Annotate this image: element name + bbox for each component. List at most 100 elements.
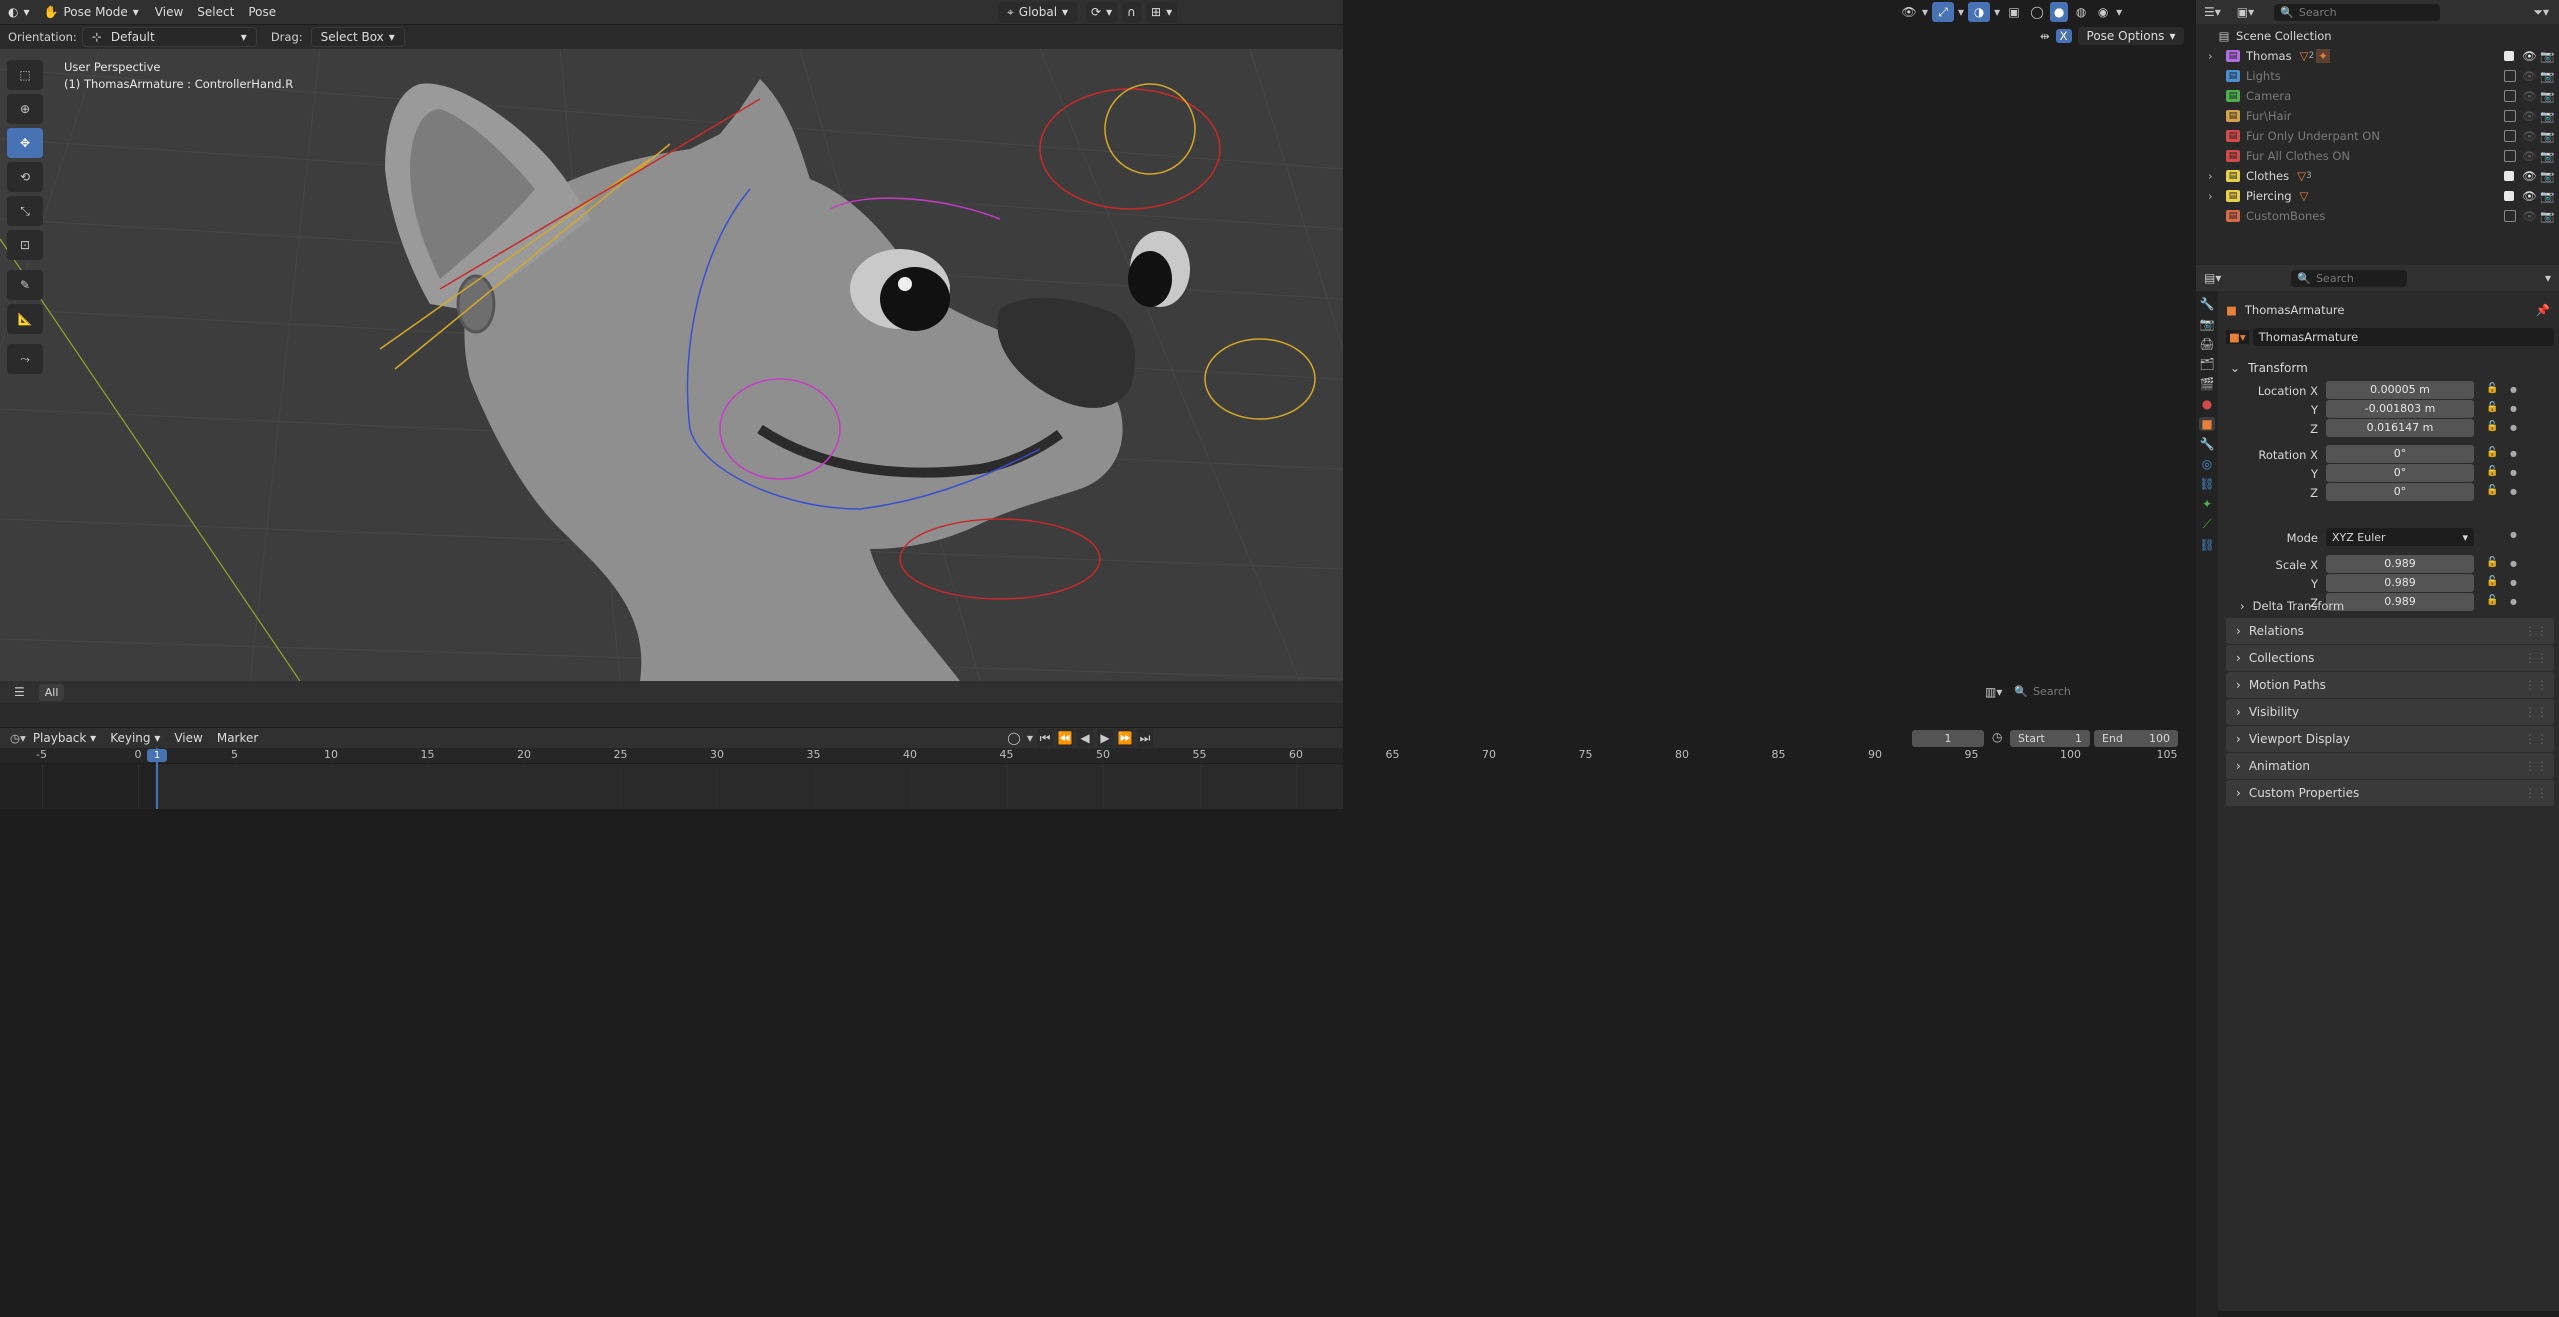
annotate-tool-icon[interactable]: ✎ bbox=[7, 270, 43, 300]
display-mode-icon[interactable]: ▥▾ bbox=[1985, 685, 2002, 699]
keyframe-dot-icon[interactable]: ● bbox=[2510, 578, 2517, 587]
filter-icon[interactable]: ⏷▾ bbox=[2533, 5, 2549, 20]
xray-icon[interactable]: ▣ bbox=[2004, 2, 2024, 22]
menu-keying[interactable]: Keying ▾ bbox=[103, 728, 167, 749]
keyframe-dot-icon[interactable]: ● bbox=[2510, 597, 2517, 606]
exclude-checkbox[interactable] bbox=[2504, 90, 2516, 102]
eye-icon[interactable]: 👁 bbox=[2522, 49, 2537, 63]
camera-icon[interactable]: 📷 bbox=[2540, 149, 2554, 163]
shading-wireframe-icon[interactable]: ◯ bbox=[2028, 2, 2046, 22]
transform-tool-icon[interactable]: ⊡ bbox=[7, 230, 43, 260]
outliner-row[interactable]: › ▤ Clothes ▽ 3 👁 📷 bbox=[2196, 166, 2559, 186]
camera-icon[interactable]: 📷 bbox=[2540, 69, 2554, 83]
lock-icon[interactable]: 🔓 bbox=[2486, 447, 2498, 458]
scale-field[interactable]: 0.989 bbox=[2326, 574, 2474, 592]
scale-field[interactable]: 0.989 bbox=[2326, 555, 2474, 573]
property-panel-header[interactable]: › Relations ⋮⋮ bbox=[2226, 618, 2554, 644]
use-preview-range-icon[interactable]: ◷ bbox=[1992, 730, 2002, 744]
move-tool-icon[interactable]: ✥ bbox=[7, 128, 43, 158]
keyframe-dot-icon[interactable]: ● bbox=[2510, 468, 2517, 477]
outliner-row[interactable]: ▤ Camera 👁 📷 bbox=[2196, 86, 2559, 106]
cursor-tool-icon[interactable]: ⊕ bbox=[7, 94, 43, 124]
scene-tab-icon[interactable]: 🎬 bbox=[2200, 377, 2215, 391]
start-frame-field[interactable]: Start 1 bbox=[2010, 730, 2090, 747]
location-field[interactable]: 0.00005 m bbox=[2326, 381, 2474, 399]
bone-constraint-tab-icon[interactable]: ⛓ bbox=[2199, 538, 2214, 552]
eye-icon[interactable]: 👁 bbox=[2522, 129, 2537, 143]
output-tab-icon[interactable]: 🖨 bbox=[2199, 337, 2214, 351]
exclude-checkbox[interactable] bbox=[2504, 130, 2516, 142]
eye-icon[interactable]: 👁 bbox=[2522, 109, 2537, 123]
timeline-track-area[interactable] bbox=[0, 764, 1343, 809]
keyframe-dot-icon[interactable]: ● bbox=[2510, 423, 2517, 432]
pivot-selector[interactable]: ⟳ ▾ bbox=[1086, 1, 1118, 23]
property-panel-header[interactable]: › Custom Properties ⋮⋮ bbox=[2226, 780, 2554, 806]
record-icon[interactable]: ◯ bbox=[1005, 729, 1023, 747]
bone-tab-icon[interactable]: ⟋ bbox=[2203, 517, 2211, 532]
property-panel-header[interactable]: › Visibility ⋮⋮ bbox=[2226, 699, 2554, 725]
exclude-checkbox[interactable] bbox=[2504, 210, 2516, 222]
outliner-row[interactable]: ▤ Lights 👁 📷 bbox=[2196, 66, 2559, 86]
armature-data-tab-icon[interactable]: ✦ bbox=[2202, 497, 2212, 511]
exclude-checkbox[interactable] bbox=[2504, 171, 2514, 181]
menu-select[interactable]: Select bbox=[190, 2, 241, 23]
delta-transform-header[interactable]: › Delta Transform bbox=[2240, 599, 2344, 613]
camera-icon[interactable]: 📷 bbox=[2540, 209, 2554, 223]
property-panel-header[interactable]: › Collections ⋮⋮ bbox=[2226, 645, 2554, 671]
camera-icon[interactable]: 📷 bbox=[2540, 109, 2554, 123]
view-layer-tab-icon[interactable]: 🗂 bbox=[2199, 357, 2214, 371]
menu-timeline-view[interactable]: View bbox=[167, 728, 209, 749]
drag-handle-icon[interactable]: ⋮⋮ bbox=[2524, 705, 2548, 719]
location-field[interactable]: -0.001803 m bbox=[2326, 400, 2474, 418]
outliner-editor-icon[interactable]: ☰▾ bbox=[2204, 5, 2221, 19]
modifier-tab-icon[interactable]: 🔧 bbox=[2200, 437, 2215, 451]
overlay-toggle-icon[interactable]: ◑ bbox=[1968, 2, 1991, 22]
property-panel-header[interactable]: › Motion Paths ⋮⋮ bbox=[2226, 672, 2554, 698]
pose-options-button[interactable]: Pose Options ▾ bbox=[2077, 27, 2185, 45]
exclude-checkbox[interactable] bbox=[2504, 191, 2514, 201]
object-icon[interactable]: ■▾ bbox=[2226, 330, 2249, 344]
drag-handle-icon[interactable]: ⋮⋮ bbox=[2524, 786, 2548, 800]
chevron-right-icon[interactable]: › bbox=[2208, 189, 2220, 203]
3d-viewport[interactable]: ⬚ ⊕ ✥ ⟲ ⤡ ⊡ ✎ 📐 ⤳ User Perspective (1) T… bbox=[0, 49, 1343, 681]
camera-icon[interactable]: 📷 bbox=[2540, 189, 2554, 203]
physics-tab-icon[interactable]: ◎ bbox=[2202, 457, 2212, 471]
outliner-row[interactable]: › ▤ Piercing ▽ 👁 📷 bbox=[2196, 186, 2559, 206]
object-tab-icon[interactable]: ■ bbox=[2199, 417, 2215, 431]
mode-selector[interactable]: ✋ Pose Mode ▾ bbox=[34, 1, 148, 23]
scene-collection-row[interactable]: ▤ Scene Collection bbox=[2196, 26, 2559, 46]
gizmo-toggle-icon[interactable]: ⤢ bbox=[1932, 2, 1955, 22]
keyframe-dot-icon[interactable]: ● bbox=[2510, 449, 2517, 458]
keyframe-dot-icon[interactable]: ● bbox=[2510, 385, 2517, 394]
scale-field[interactable]: 0.989 bbox=[2326, 593, 2474, 611]
snap-target-selector[interactable]: ⊞ ▾ bbox=[1146, 1, 1178, 23]
display-mode-icon[interactable]: ▣▾ bbox=[2237, 5, 2254, 19]
asset-search-input[interactable]: 🔍 Search bbox=[2008, 683, 2170, 700]
jump-end-icon[interactable]: ⏭ bbox=[1137, 729, 1154, 747]
property-panel-header[interactable]: › Animation ⋮⋮ bbox=[2226, 753, 2554, 779]
current-frame-field[interactable]: 1 bbox=[1912, 730, 1984, 747]
lock-icon[interactable]: 🔓 bbox=[2486, 402, 2498, 413]
snap-toggle[interactable]: ∩ bbox=[1122, 1, 1141, 23]
menu-pose[interactable]: Pose bbox=[241, 2, 283, 23]
exclude-checkbox[interactable] bbox=[2504, 51, 2514, 61]
chevron-down-icon[interactable]: ▾ bbox=[2545, 271, 2551, 285]
jump-keyframe-forward-icon[interactable]: ⏩ bbox=[1117, 729, 1134, 747]
exclude-checkbox[interactable] bbox=[2504, 70, 2516, 82]
menu-view[interactable]: View bbox=[148, 2, 190, 23]
rotation-field[interactable]: 0° bbox=[2326, 445, 2474, 463]
tab-all[interactable]: All bbox=[38, 683, 65, 701]
rotation-field[interactable]: 0° bbox=[2326, 464, 2474, 482]
rotation-field[interactable]: 0° bbox=[2326, 483, 2474, 501]
tool-tab-icon[interactable]: 🔧 bbox=[2200, 297, 2215, 311]
lock-icon[interactable]: 🔓 bbox=[2486, 485, 2498, 496]
clock-icon[interactable]: ◷▾ bbox=[10, 731, 26, 745]
measure-tool-icon[interactable]: 📐 bbox=[7, 304, 43, 334]
outliner-row[interactable]: ▤ Fur All Clothes ON 👁 📷 bbox=[2196, 146, 2559, 166]
scale-tool-icon[interactable]: ⤡ bbox=[7, 196, 43, 226]
menu-playback[interactable]: Playback ▾ bbox=[26, 728, 103, 749]
camera-icon[interactable]: 📷 bbox=[2540, 49, 2554, 63]
object-name-field[interactable]: ThomasArmature bbox=[2252, 328, 2554, 346]
end-frame-field[interactable]: End 100 bbox=[2094, 730, 2178, 747]
play-reverse-icon[interactable]: ◀ bbox=[1077, 729, 1094, 747]
